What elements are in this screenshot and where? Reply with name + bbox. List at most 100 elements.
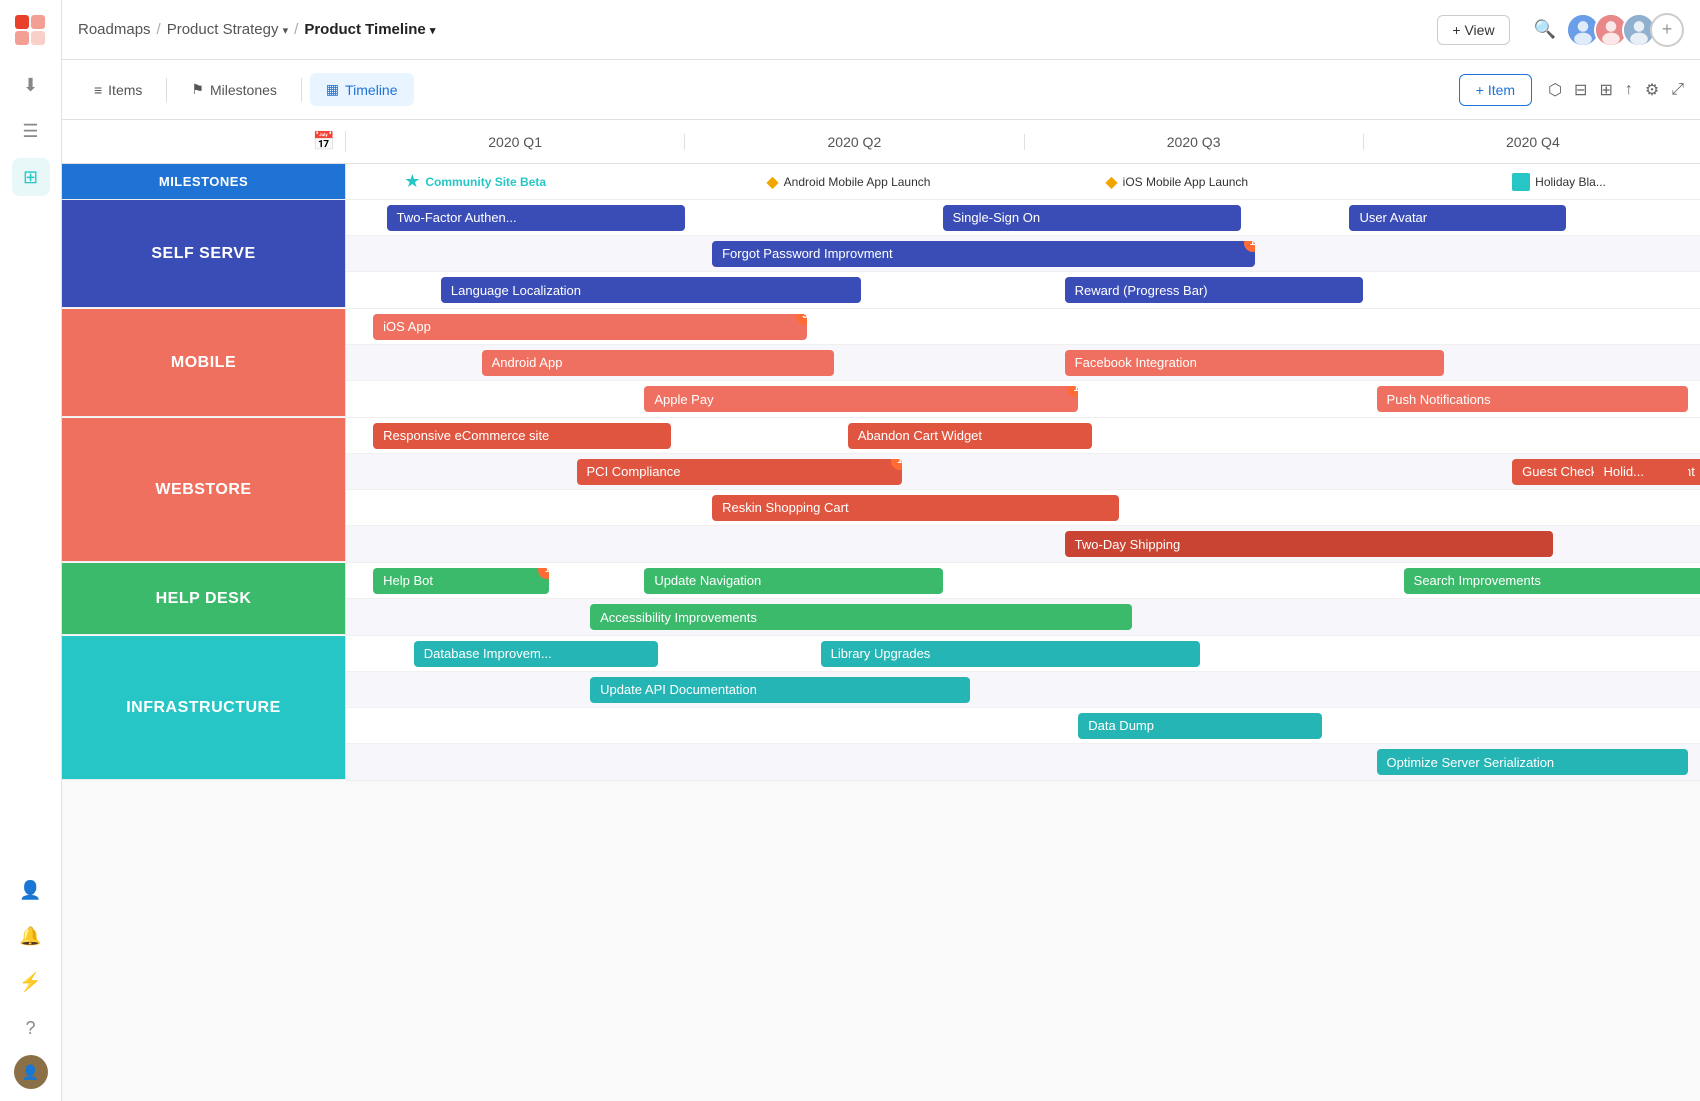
bar-data-dump[interactable]: Data Dump [1078,713,1322,739]
infra-track-1: Database Improvem... Library Upgrades [346,636,1700,672]
bar-optimize-server[interactable]: Optimize Server Serialization [1377,749,1689,775]
app-container: ⬇ ☰ ⊞ 👤 🔔 ⚡ ? 👤 Roadmaps / Product Strat… [0,0,1700,1101]
bar-push-notifications[interactable]: Push Notifications [1377,386,1689,412]
timeline-content: 📅 2020 Q1 2020 Q2 2020 Q3 2020 Q4 MILEST… [62,120,1700,1101]
quarter-q3: 2020 Q3 [1025,134,1364,150]
webstore-track-2: PCI Compliance 1 Guest Checkout Improvem… [346,454,1700,490]
bar-update-navigation[interactable]: Update Navigation [644,568,942,594]
left-sidebar: ⬇ ☰ ⊞ 👤 🔔 ⚡ ? 👤 [0,0,62,1101]
avatars: + [1566,13,1684,47]
bar-android-app[interactable]: Android App [482,350,835,376]
bar-language[interactable]: Language Localization [441,277,861,303]
mobile-row: MOBILE iOS App 3 [62,309,1700,418]
mobile-track-3: Apple Pay 1 Push Notifications [346,381,1700,417]
breadcrumb-sep1: / [157,21,161,38]
milestone-ios[interactable]: ◆ iOS Mobile App Launch [1105,172,1248,192]
infra-track-3: Data Dump [346,708,1700,744]
add-item-button[interactable]: + Item [1459,74,1532,106]
bar-two-factor[interactable]: Two-Factor Authen... [387,205,685,231]
milestones-track: ★ Community Site Beta ◆ Android Mobile A… [346,164,1700,200]
mobile-track-1: iOS App 3 [346,309,1700,345]
breadcrumb-middle[interactable]: Product Strategy ▾ [167,21,288,38]
help-desk-track-1: Help Bot 1 Update Navigation Search Impr… [346,563,1700,599]
items-icon: ≡ [94,82,102,98]
group-icon[interactable]: ⊟ [1574,80,1587,100]
infra-track-4: Optimize Server Serialization [346,744,1700,780]
bar-help-bot[interactable]: Help Bot 1 [373,568,549,594]
milestone-holiday[interactable]: Holiday Bla... [1512,173,1606,191]
tab-timeline[interactable]: ▦ Timeline [310,73,414,106]
toolbar-right-icons: ⬡ ⊟ ⊞ ↑ ⚙ ⤢ [1548,80,1684,100]
infrastructure-label: INFRASTRUCTURE [62,636,346,780]
sidebar-download-icon[interactable]: ⬇ [12,66,50,104]
bar-facebook[interactable]: Facebook Integration [1065,350,1445,376]
bar-api-docs[interactable]: Update API Documentation [590,677,970,703]
view-button[interactable]: + View [1437,15,1509,45]
search-button[interactable]: 🔍 [1534,19,1556,40]
download-icon[interactable]: ↑ [1625,81,1633,99]
badge-pci: 1 [891,459,902,470]
bar-library-upgrades[interactable]: Library Upgrades [821,641,1201,667]
tab-divider-1 [166,78,167,102]
sidebar-bell-icon[interactable]: 🔔 [12,917,50,955]
tab-items[interactable]: ≡ Items [78,74,158,106]
sidebar-list-icon[interactable]: ☰ [12,112,50,150]
quarter-q1: 2020 Q1 [346,134,685,150]
toolbar: ≡ Items ⚑ Milestones ▦ Timeline + Item ⬡… [62,60,1700,120]
columns-icon[interactable]: ⊞ [1599,80,1612,100]
bar-abandon-cart[interactable]: Abandon Cart Widget [848,423,1092,449]
help-desk-label: HELP DESK [62,563,346,635]
app-logo[interactable] [12,12,50,50]
bar-two-day-shipping[interactable]: Two-Day Shipping [1065,531,1553,557]
webstore-track-1: Responsive eCommerce site Abandon Cart W… [346,418,1700,454]
sidebar-help-icon[interactable]: ? [12,1009,50,1047]
bar-forgot-password[interactable]: Forgot Password Improvment 1 [712,241,1254,267]
self-serve-track-2: Forgot Password Improvment 1 Multi-Accou… [346,236,1700,272]
avatar-add[interactable]: + [1650,13,1684,47]
sidebar-flash-icon[interactable]: ⚡ [12,963,50,1001]
breadcrumb-sep2: / [294,21,298,38]
fullscreen-icon[interactable]: ⤢ [1671,81,1684,99]
webstore-label: WEBSTORE [62,418,346,562]
webstore-track-4: Two-Day Shipping [346,526,1700,562]
sidebar-timeline-icon[interactable]: ⊞ [12,158,50,196]
group-self-serve: SELF SERVE Two-Factor Authen... Single [62,200,1700,309]
quarter-q2: 2020 Q2 [685,134,1024,150]
breadcrumb-active[interactable]: Product Timeline ▾ [304,21,435,38]
main-area: Roadmaps / Product Strategy ▾ / Product … [62,0,1700,1101]
tab-divider-2 [301,78,302,102]
bar-reskin[interactable]: Reskin Shopping Cart [712,495,1119,521]
infrastructure-row: INFRASTRUCTURE Database Improvem... Li [62,636,1700,781]
bar-user-avatar[interactable]: User Avatar [1349,205,1566,231]
bar-pci[interactable]: PCI Compliance 1 [577,459,902,485]
bar-accessibility[interactable]: Accessibility Improvements [590,604,1132,630]
bar-holiday-webstore[interactable]: Holid... [1594,459,1689,485]
settings-icon[interactable]: ⚙ [1645,80,1659,100]
star-icon: ★ [404,171,420,192]
badge-forgot-password: 1 [1244,241,1255,252]
bar-responsive-ecommerce[interactable]: Responsive eCommerce site [373,423,671,449]
bar-reward[interactable]: Reward (Progress Bar) [1065,277,1363,303]
sidebar-person-icon[interactable]: 👤 [12,871,50,909]
tab-milestones[interactable]: ⚑ Milestones [175,73,292,106]
milestone-community[interactable]: ★ Community Site Beta [404,171,546,192]
webstore-track-3: Reskin Shopping Cart [346,490,1700,526]
sidebar-avatar[interactable]: 👤 [14,1055,48,1089]
breadcrumb-root[interactable]: Roadmaps [78,21,151,38]
bar-search-improvements[interactable]: Search Improvements 1 [1404,568,1700,594]
self-serve-track-3: Language Localization Reward (Progress B… [346,272,1700,308]
bar-database[interactable]: Database Improvem... [414,641,658,667]
bar-ios-app[interactable]: iOS App 3 [373,314,807,340]
milestone-android[interactable]: ◆ Android Mobile App Launch [766,172,930,192]
badge-apple-pay: 1 [1067,386,1078,397]
diamond-icon-2: ◆ [1105,172,1117,192]
bar-apple-pay[interactable]: Apple Pay 1 [644,386,1078,412]
group-webstore: WEBSTORE Responsive eCommerce site Aba [62,418,1700,563]
milestones-icon: ⚑ [191,81,204,98]
self-serve-track-1: Two-Factor Authen... Single-Sign On User… [346,200,1700,236]
group-mobile: MOBILE iOS App 3 [62,309,1700,418]
nav-right: 🔍 + [1534,13,1684,47]
filter-icon[interactable]: ⬡ [1548,80,1562,100]
help-desk-track-2: Accessibility Improvements [346,599,1700,635]
bar-sso[interactable]: Single-Sign On [943,205,1241,231]
